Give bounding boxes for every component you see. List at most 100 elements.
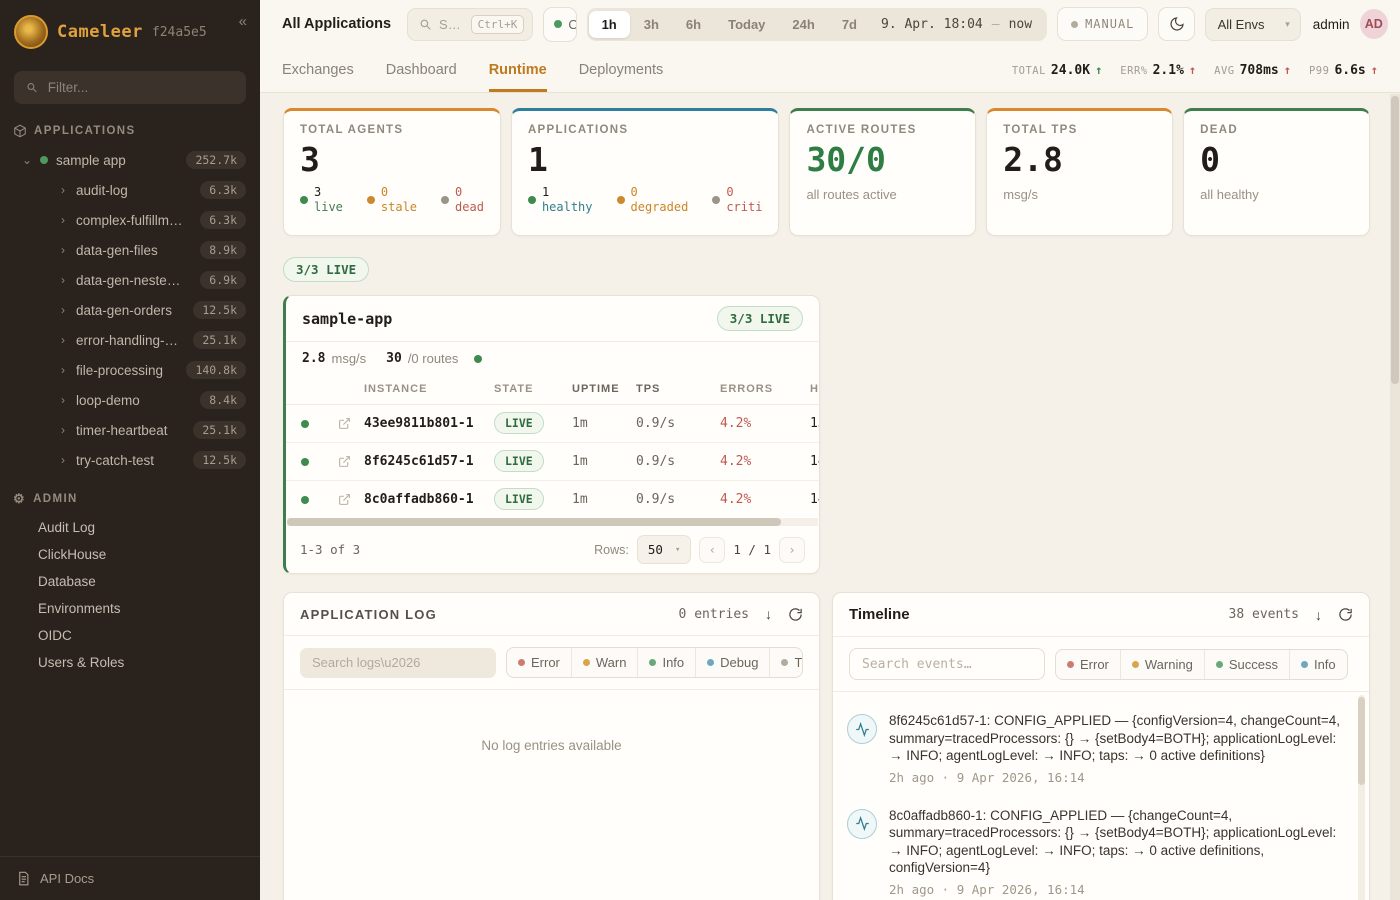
external-link-icon[interactable] [338,417,351,430]
sidebar-item-label: try-catch-test [76,453,185,468]
filter-chip-trace[interactable]: Trace [769,648,803,677]
time-range-today[interactable]: Today [715,11,778,38]
applications-section-header: APPLICATIONS [0,108,260,145]
filter-chip-debug[interactable]: Debug [695,648,769,677]
app-logo-text: Cameleer [57,22,143,42]
sidebar-item-data-gen-orders[interactable]: › data-gen-orders 12.5k [0,295,260,325]
sidebar-item-complex-fulfillment[interactable]: › complex-fulfillm… 6.3k [0,205,260,235]
time-range-6h[interactable]: 6h [673,11,714,38]
dark-mode-toggle[interactable] [1158,7,1194,41]
sidebar-item-error-handling[interactable]: › error-handling-… 25.1k [0,325,260,355]
timeline-scrollbar-thumb[interactable] [1358,697,1365,785]
status-dot [40,156,48,164]
sidebar-item-audit-log-admin[interactable]: Audit Log [0,514,260,541]
time-range-1h[interactable]: 1h [589,11,630,38]
timeline-event[interactable]: 8c0affadb860-1: CONFIG_APPLIED — {change… [847,795,1349,900]
external-link-icon[interactable] [338,455,351,468]
time-range-3h[interactable]: 3h [631,11,672,38]
sidebar-item-label: loop-demo [76,393,192,408]
time-range-7d[interactable]: 7d [829,11,870,38]
page-scrollbar-thumb[interactable] [1391,96,1399,384]
level-dot [1301,661,1308,668]
chevron-down-icon: ▾ [1285,19,1290,30]
sidebar-item-file-processing[interactable]: › file-processing 140.8k [0,355,260,385]
trend-up-icon: ↑ [1284,63,1291,77]
horizontal-scrollbar-thumb[interactable] [287,518,781,526]
table-row[interactable]: 8c0affadb860-1 LIVE 1m 0.9/s 4.2% 14 [286,481,819,518]
sidebar-item-loop-demo[interactable]: › loop-demo 8.4k [0,385,260,415]
table-row[interactable]: 43ee9811b801-1 LIVE 1m 0.9/s 4.2% 13 [286,405,819,443]
sidebar-collapse-icon[interactable]: « [239,13,247,30]
refresh-icon[interactable] [788,607,803,622]
prev-page-button[interactable]: ‹ [699,537,725,563]
chevron-right-icon: › [58,273,68,287]
download-icon[interactable]: ↓ [1315,607,1322,623]
api-docs-link[interactable]: API Docs [0,856,260,900]
sidebar-item-sample-app[interactable]: ⌄ sample app 252.7k [0,145,260,175]
page-title: All Applications [282,16,391,32]
username-label: admin [1313,17,1350,32]
sidebar-filter-input[interactable] [46,79,234,96]
count-badge: 6.3k [200,181,246,199]
refresh-icon[interactable] [1338,607,1353,622]
rows-per-page-select[interactable]: 50 ▾ [637,535,691,564]
filter-chip-warning[interactable]: Warning [1120,650,1204,679]
tab-runtime[interactable]: Runtime [489,48,547,92]
sub-stat-dead: 0dead [441,185,484,215]
sidebar-header: Cameleer f24a5e5 « [0,0,260,61]
sidebar-item-data-gen-files[interactable]: › data-gen-files 8.9k [0,235,260,265]
time-from: 9. Apr. 18:04 [881,17,983,32]
filter-chip-info[interactable]: Info [637,648,695,677]
tab-dashboard[interactable]: Dashboard [386,48,457,92]
log-entry-count: 0 entries [679,607,749,622]
filter-chip-success[interactable]: Success [1204,650,1289,679]
sidebar-item-label: error-handling-… [76,333,185,348]
global-search[interactable]: S… Ctrl+K [407,8,533,41]
external-link-icon[interactable] [338,493,351,506]
chevron-right-icon: › [58,393,68,407]
sidebar-item-database[interactable]: Database [0,568,260,595]
sidebar-filter[interactable] [14,71,246,104]
time-range-24h[interactable]: 24h [779,11,827,38]
status-dot [441,196,449,204]
sidebar-item-clickhouse[interactable]: ClickHouse [0,541,260,568]
sidebar-item-users-roles[interactable]: Users & Roles [0,649,260,676]
manual-refresh-button[interactable]: MANUAL [1057,7,1148,41]
sidebar-item-data-gen-nested[interactable]: › data-gen-neste… 6.9k [0,265,260,295]
timeline-event-count: 38 events [1229,607,1299,622]
sidebar-item-try-catch-test[interactable]: › try-catch-test 12.5k [0,445,260,475]
event-text: 8c0affadb860-1: CONFIG_APPLIED — {change… [889,807,1349,877]
timeline-events-list: 8f6245c61d57-1: CONFIG_APPLIED — {config… [833,692,1369,900]
tab-exchanges[interactable]: Exchanges [282,48,354,92]
avatar[interactable]: AD [1360,9,1388,39]
status-dot [712,196,720,204]
table-row[interactable]: 8f6245c61d57-1 LIVE 1m 0.9/s 4.2% 14 [286,443,819,481]
env-select[interactable]: All Envs ▾ [1205,8,1301,41]
filter-chip-info[interactable]: Info [1289,650,1347,679]
tabs-row: Exchanges Dashboard Runtime Deployments … [260,48,1400,93]
download-icon[interactable]: ↓ [765,606,772,622]
sidebar-item-audit-log[interactable]: › audit-log 6.3k [0,175,260,205]
status-dot [367,196,375,204]
timeline-search-input[interactable] [849,648,1045,680]
trend-up-icon: ↑ [1189,63,1196,77]
sidebar-item-oidc[interactable]: OIDC [0,622,260,649]
application-panel-sample-app: sample-app 3/3 LIVE 2.8 msg/s 30 /0 rout… [283,295,820,574]
sidebar-item-environments[interactable]: Environments [0,595,260,622]
sidebar-item-label: timer-heartbeat [76,423,185,438]
timeline-event[interactable]: 8f6245c61d57-1: CONFIG_APPLIED — {config… [847,700,1349,795]
sidebar-item-timer-heartbeat[interactable]: › timer-heartbeat 25.1k [0,415,260,445]
sidebar: Cameleer f24a5e5 « APPLICATIONS ⌄ sample… [0,0,260,900]
tab-deployments[interactable]: Deployments [579,48,664,92]
next-page-button[interactable]: › [779,537,805,563]
horizontal-scrollbar-track [287,518,818,526]
filter-chip-error[interactable]: Error [1056,650,1120,679]
filter-chip-warn[interactable]: Warn [571,648,638,677]
search-icon [419,18,432,31]
log-search-input[interactable] [300,648,496,678]
card-total-agents: TOTAL AGENTS 3 3live 0stale 0dead [283,108,501,236]
event-text: 8f6245c61d57-1: CONFIG_APPLIED — {config… [889,712,1349,765]
filter-chip-error[interactable]: Error [507,648,571,677]
main-area: All Applications S… Ctrl+K O 1h 3h 6h To… [260,0,1400,900]
online-status-pill[interactable]: O [543,7,576,42]
